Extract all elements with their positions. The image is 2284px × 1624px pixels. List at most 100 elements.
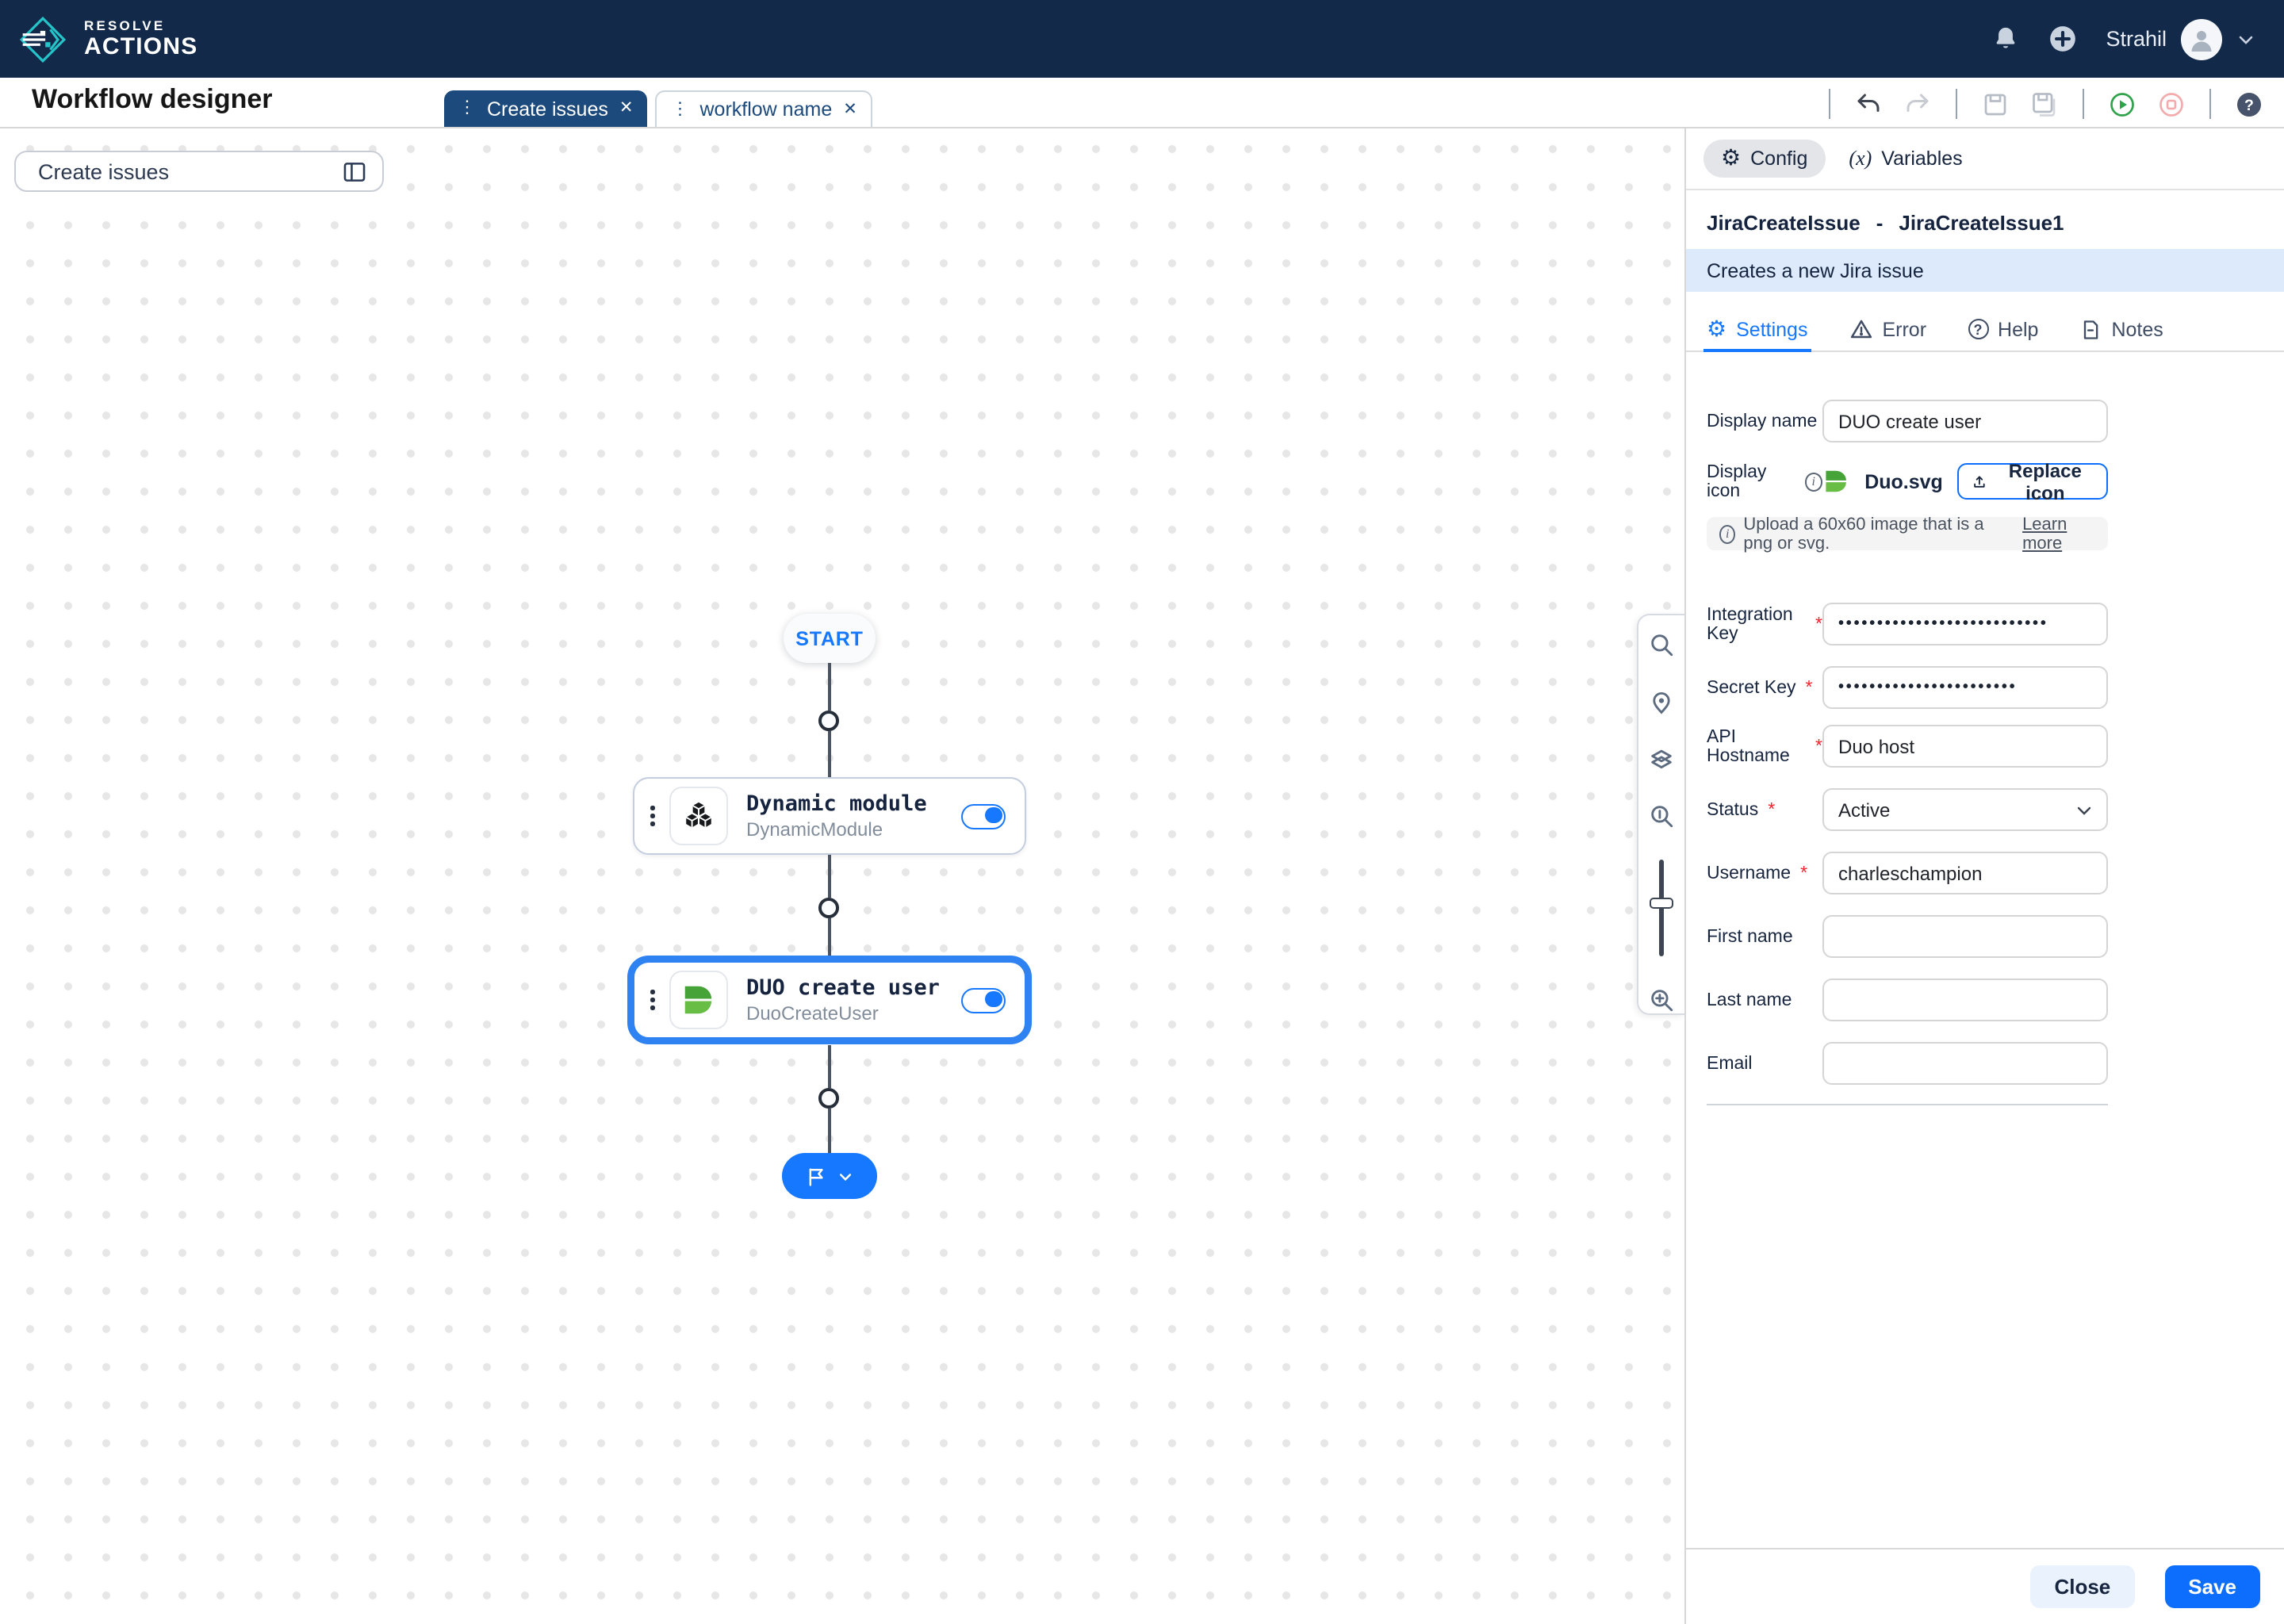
workflow-tabs: ⋮ Create issues ✕ ⋮ workflow name ✕ xyxy=(444,90,873,127)
close-icon[interactable]: ✕ xyxy=(619,101,634,117)
display-icon-row: Display icon i Duo.svg Replace icon xyxy=(1707,460,2284,503)
end-node-button[interactable] xyxy=(782,1153,877,1199)
tab-workflow-name[interactable]: ⋮ workflow name ✕ xyxy=(656,90,873,127)
designer-toolbar: ? xyxy=(1826,89,2263,119)
panel-section-tabs: ⚙ Settings Error ? Help Notes xyxy=(1686,308,2284,352)
api-hostname-row: API Hostname * xyxy=(1707,725,2284,768)
last-name-row: Last name xyxy=(1707,979,2284,1021)
field-label: Status xyxy=(1707,800,1758,819)
locate-node-icon[interactable] xyxy=(1648,688,1675,715)
svg-text:?: ? xyxy=(2244,96,2254,113)
flow-name-label: Create issues xyxy=(38,159,169,183)
tab-config[interactable]: ⚙ Config xyxy=(1703,140,1825,178)
stop-icon[interactable] xyxy=(2157,90,2186,118)
first-name-row: First name xyxy=(1707,915,2284,958)
tab-error[interactable]: Error xyxy=(1849,308,1926,350)
variables-icon: (x) xyxy=(1849,146,1872,171)
replace-icon-button[interactable]: Replace icon xyxy=(1957,463,2108,500)
gear-icon: ⚙ xyxy=(1721,147,1741,170)
user-avatar[interactable] xyxy=(2181,18,2222,59)
save-button[interactable]: Save xyxy=(2164,1565,2260,1608)
connector-port[interactable] xyxy=(818,1088,839,1109)
node-enabled-toggle[interactable] xyxy=(961,987,1006,1013)
connector-port[interactable] xyxy=(818,710,839,731)
start-node[interactable]: START xyxy=(784,614,876,663)
run-icon[interactable] xyxy=(2108,90,2136,118)
node-kebab-icon[interactable] xyxy=(650,806,654,826)
required-marker: * xyxy=(1768,800,1775,819)
tab-notes[interactable]: Notes xyxy=(2079,308,2163,350)
minimap-icon[interactable] xyxy=(1648,745,1675,772)
node-dynamic-module[interactable]: Dynamic module DynamicModule xyxy=(633,777,1026,855)
start-label: START xyxy=(795,627,864,649)
tab-kebab-icon[interactable]: ⋮ xyxy=(458,100,476,117)
toolbar-divider xyxy=(1829,89,1830,119)
chevron-down-icon[interactable] xyxy=(837,1168,853,1184)
save-all-icon[interactable] xyxy=(2030,90,2059,118)
field-label: API Hostname xyxy=(1707,727,1806,765)
field-label: Email xyxy=(1707,1054,1753,1073)
node-enabled-toggle[interactable] xyxy=(961,803,1006,829)
brand-line-resolve: RESOLVE xyxy=(84,19,197,33)
last-name-input[interactable] xyxy=(1822,979,2108,1021)
collapse-panel-icon[interactable] xyxy=(341,158,368,185)
learn-more-link[interactable]: Learn more xyxy=(2022,515,2095,553)
undo-icon[interactable] xyxy=(1854,90,1883,118)
zoom-in-icon[interactable] xyxy=(1648,986,1675,1013)
display-name-input[interactable] xyxy=(1822,400,2108,442)
email-input[interactable] xyxy=(1822,1042,2108,1085)
breadcrumb-separator: - xyxy=(1876,211,1884,235)
connector-port[interactable] xyxy=(818,898,839,918)
required-marker: * xyxy=(1815,737,1822,756)
toolbar-divider xyxy=(2209,89,2211,119)
status-selected-value: Active xyxy=(1838,799,1890,821)
module-type: JiraCreateIssue xyxy=(1707,211,1861,235)
integration-key-row: Integration Key* xyxy=(1707,603,2284,645)
icon-filename: Duo.svg xyxy=(1864,470,1943,492)
save-icon[interactable] xyxy=(1981,90,2010,118)
brand-line-actions: ACTIONS xyxy=(84,36,197,59)
connector-line xyxy=(828,663,830,710)
status-row: Status * Active xyxy=(1707,788,2284,831)
search-icon[interactable] xyxy=(1648,631,1675,658)
username-row: Username* xyxy=(1707,852,2284,894)
zoom-slider[interactable] xyxy=(1648,860,1675,956)
chevron-down-icon[interactable] xyxy=(2236,29,2255,48)
username-input[interactable] xyxy=(1822,852,2108,894)
tab-create-issues[interactable]: ⋮ Create issues ✕ xyxy=(444,90,648,127)
tab-kebab-icon[interactable]: ⋮ xyxy=(672,101,689,118)
help-icon[interactable]: ? xyxy=(2235,90,2263,118)
close-button[interactable]: Close xyxy=(2030,1565,2134,1608)
api-hostname-input[interactable] xyxy=(1822,725,2108,768)
tab-variables[interactable]: (x) Variables xyxy=(1849,146,1962,171)
redo-icon[interactable] xyxy=(1903,90,1932,118)
question-icon: ? xyxy=(1968,319,1988,339)
zoom-slider-handle[interactable] xyxy=(1650,898,1673,909)
workflow-canvas[interactable]: Create issues START xyxy=(0,128,1684,1624)
first-name-input[interactable] xyxy=(1822,915,2108,958)
node-kebab-icon[interactable] xyxy=(650,990,654,1010)
upload-icon xyxy=(1972,472,1987,491)
resolve-actions-logo: RESOLVE ACTIONS xyxy=(13,9,197,69)
notifications-bell-icon[interactable] xyxy=(1991,24,2018,54)
logo-diamond-icon xyxy=(13,9,73,69)
settings-form: Display name Display icon i Duo.svg xyxy=(1686,400,2284,1105)
status-select[interactable]: Active xyxy=(1822,788,2108,831)
zoom-fit-icon[interactable] xyxy=(1648,802,1675,829)
node-duo-create-user[interactable]: DUO create user DuoCreateUser xyxy=(633,961,1026,1039)
secret-key-input[interactable] xyxy=(1822,666,2108,709)
tab-settings[interactable]: ⚙ Settings xyxy=(1707,308,1807,350)
required-marker: * xyxy=(1800,864,1807,883)
info-icon[interactable]: i xyxy=(1804,472,1822,491)
field-label: Integration Key xyxy=(1707,605,1806,643)
variables-tab-label: Variables xyxy=(1881,147,1962,170)
tab-help[interactable]: ? Help xyxy=(1968,308,2038,350)
add-new-icon[interactable] xyxy=(2047,24,2077,54)
user-menu[interactable]: Strahil xyxy=(2106,18,2255,59)
canvas-tools-panel xyxy=(1637,614,1684,1015)
close-icon[interactable]: ✕ xyxy=(843,102,857,118)
field-label: Display name xyxy=(1707,412,1817,431)
flag-icon xyxy=(806,1165,828,1187)
integration-key-input[interactable] xyxy=(1822,603,2108,645)
duo-icon xyxy=(1822,465,1850,498)
